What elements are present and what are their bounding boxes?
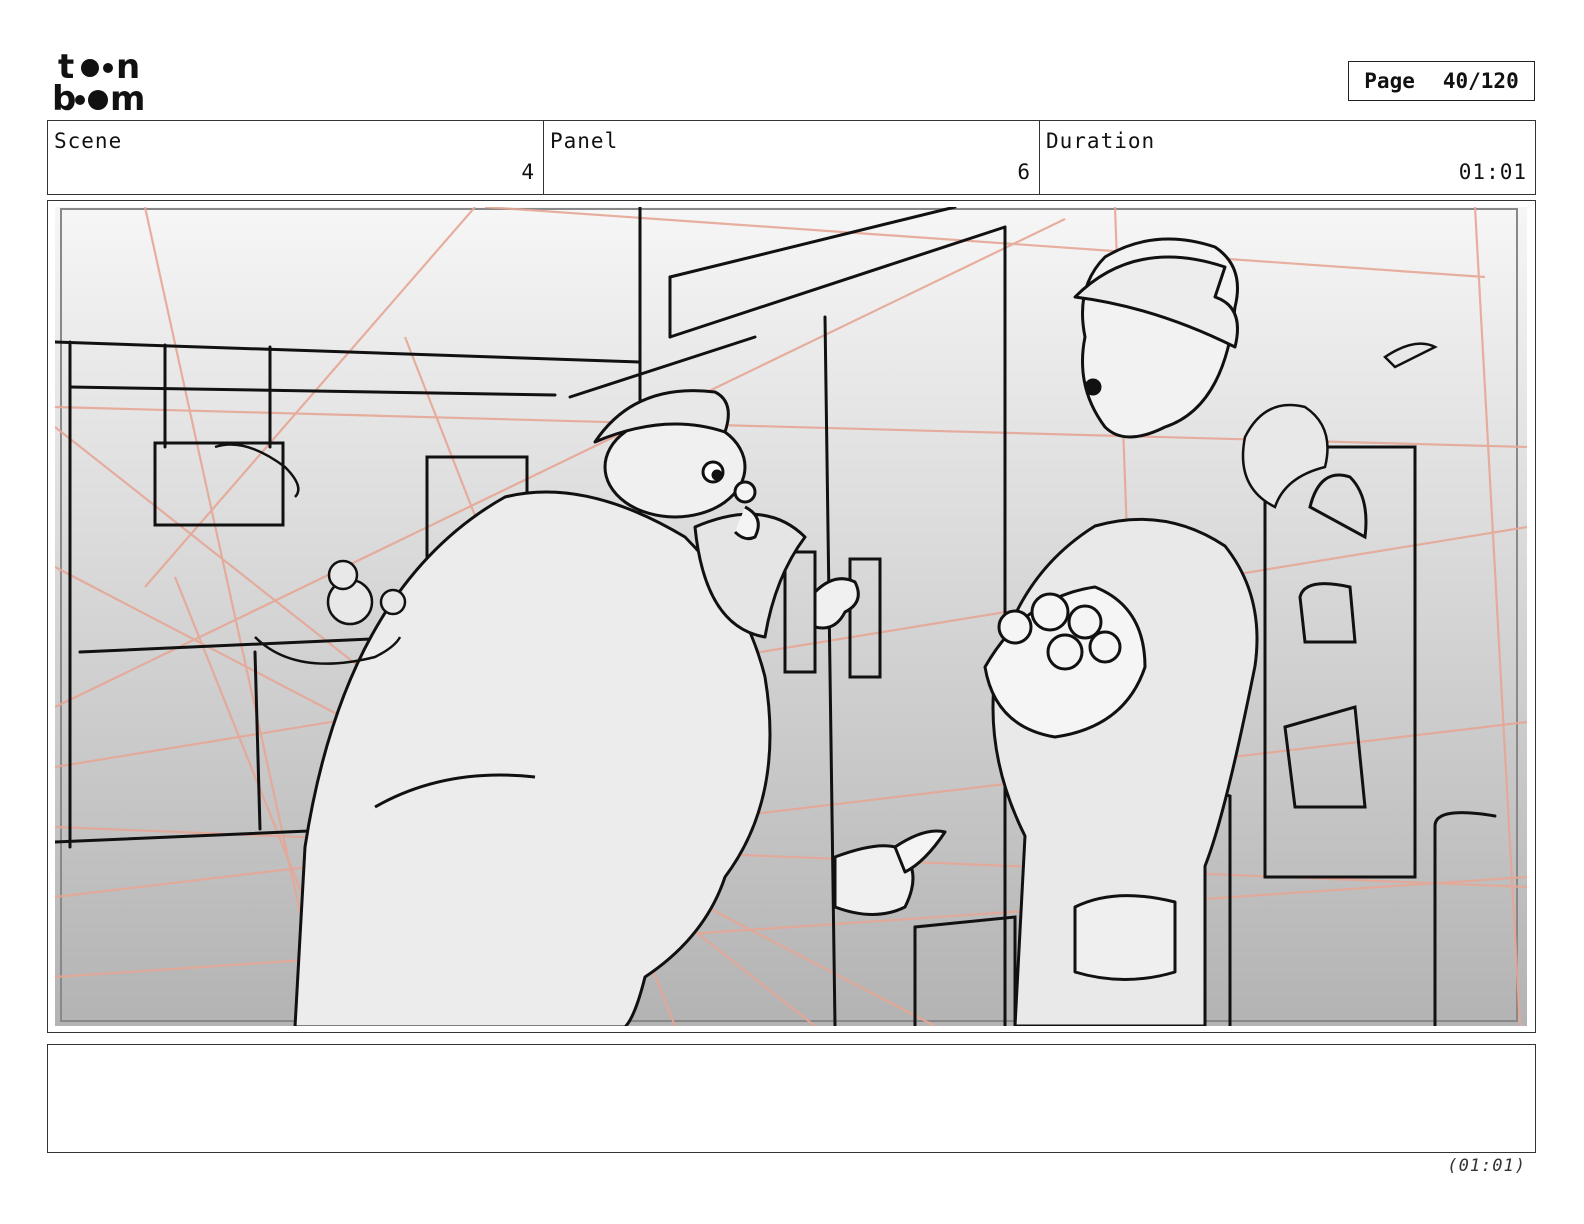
duration-label: Duration — [1046, 129, 1156, 153]
scene-cell: Scene 4 — [48, 121, 544, 194]
storyboard-panel-frame — [47, 200, 1536, 1033]
header-info-row: Scene 4 Panel 6 Duration 01:01 — [47, 120, 1536, 195]
storyboard-sketch-image — [55, 207, 1527, 1026]
panel-cell: Panel 6 — [544, 121, 1040, 194]
svg-text:m: m — [110, 79, 145, 114]
scene-label: Scene — [54, 129, 123, 153]
scene-value: 4 — [521, 160, 535, 184]
footer-duration: (01:01) — [1447, 1156, 1526, 1176]
duration-value: 01:01 — [1458, 160, 1527, 184]
svg-text:b: b — [52, 79, 76, 114]
panel-label: Panel — [550, 129, 619, 153]
page-number: 40/120 — [1442, 69, 1519, 93]
caption-box — [47, 1044, 1536, 1153]
page-label: Page — [1364, 69, 1415, 93]
page-indicator: Page 40/120 — [1348, 61, 1535, 101]
panel-value: 6 — [1017, 160, 1031, 184]
duration-cell: Duration 01:01 — [1040, 121, 1535, 194]
toonboom-logo: t n b m — [52, 48, 145, 114]
